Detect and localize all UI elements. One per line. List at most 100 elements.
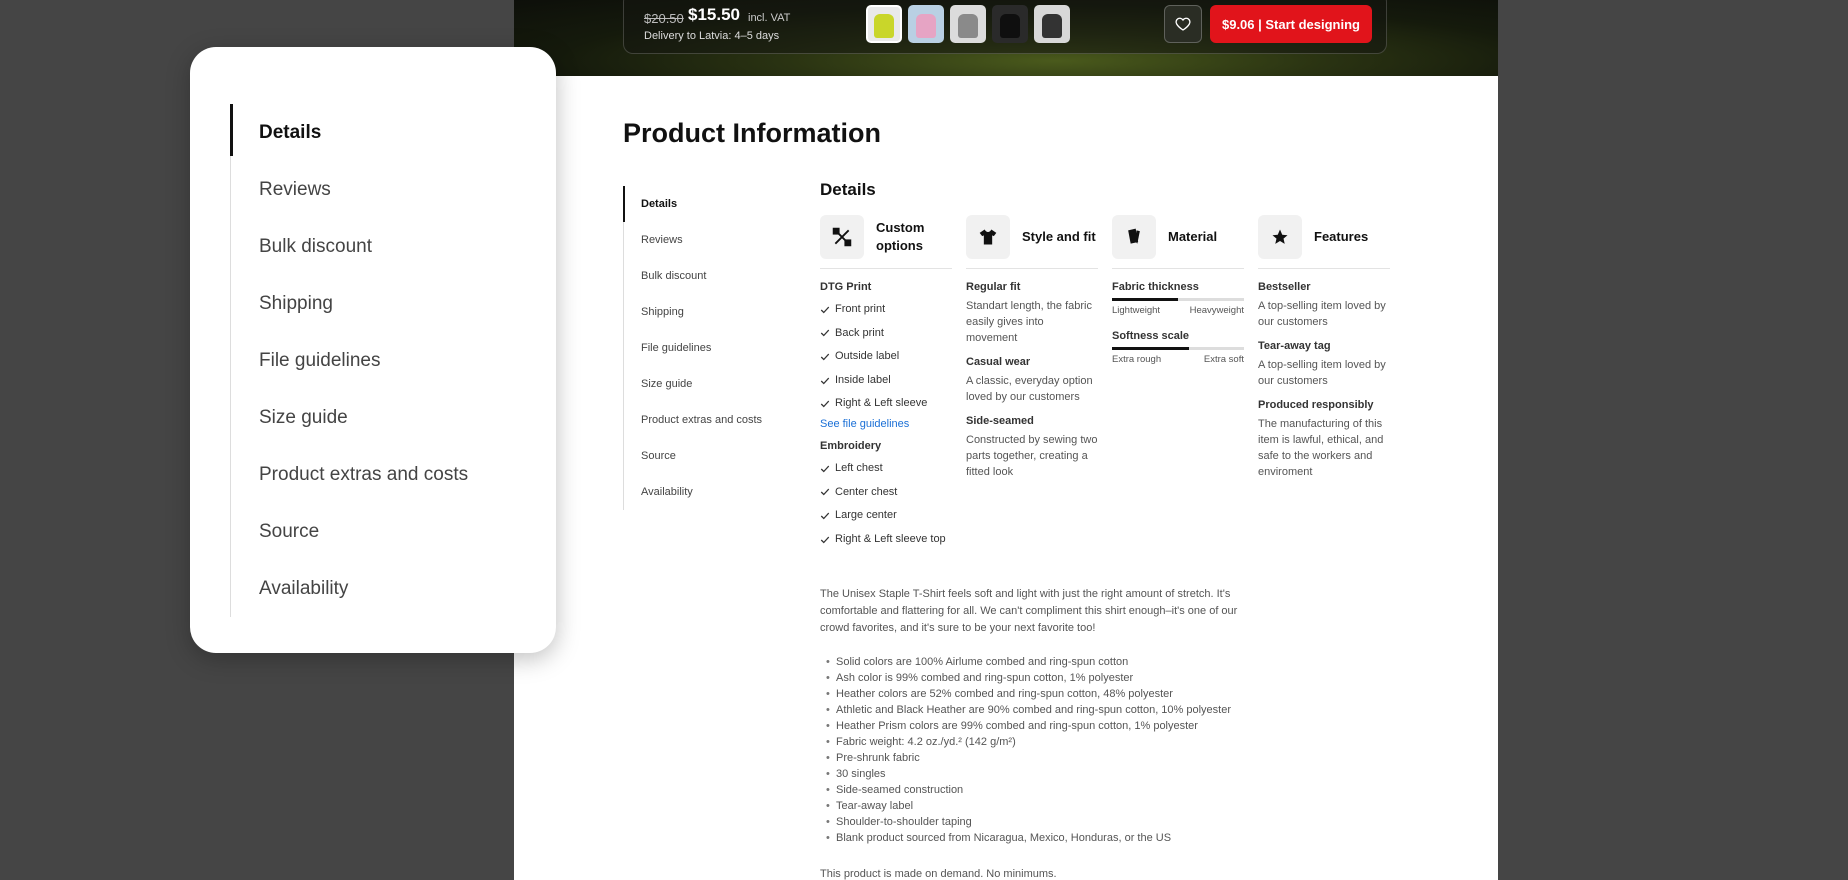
thumb-garment-shape bbox=[916, 13, 936, 38]
item-text: A top-selling item loved by our customer… bbox=[1258, 300, 1386, 328]
zoom-nav-item-availability[interactable]: Availability bbox=[231, 560, 531, 617]
custom-options-title: Custom options bbox=[876, 220, 925, 253]
check-icon bbox=[820, 536, 830, 543]
zoom-nav-item-size-guide[interactable]: Size guide bbox=[231, 389, 531, 446]
page-title: Product Information bbox=[623, 118, 881, 148]
option-label: Front print bbox=[835, 303, 886, 315]
softness-scale bbox=[1112, 347, 1244, 350]
thumb-grey-hoodie[interactable] bbox=[950, 5, 986, 43]
file-guidelines-link[interactable]: See file guidelines bbox=[820, 418, 952, 430]
zoom-nav-item-source[interactable]: Source bbox=[231, 503, 531, 560]
spec-item: Shoulder-to-shoulder taping bbox=[820, 814, 1231, 830]
option-label: Outside label bbox=[835, 350, 900, 363]
spec-item: Pre-shrunk fabric bbox=[820, 750, 1231, 766]
option-inside-label: Inside label bbox=[820, 369, 952, 393]
option-back-print: Back print bbox=[820, 322, 952, 346]
nav-item-shipping[interactable]: Shipping bbox=[624, 294, 784, 330]
check-icon bbox=[820, 353, 830, 361]
thumb-garment-shape bbox=[1000, 13, 1020, 38]
favorite-button[interactable] bbox=[1164, 5, 1202, 43]
spec-item: Athletic and Black Heather are 90% combe… bbox=[820, 702, 1231, 718]
nav-item-source[interactable]: Source bbox=[624, 438, 784, 474]
thumb-black-hoodie[interactable] bbox=[992, 5, 1028, 43]
details-heading: Details bbox=[820, 180, 876, 199]
thumb-pink-hoodie[interactable] bbox=[908, 5, 944, 43]
nav-item-bulk-discount[interactable]: Bulk discount bbox=[624, 258, 784, 294]
tshirt-icon bbox=[966, 215, 1010, 259]
zoom-nav-item-file-guidelines[interactable]: File guidelines bbox=[231, 332, 531, 389]
zoom-nav-item-shipping[interactable]: Shipping bbox=[231, 275, 531, 332]
option-label: Back print bbox=[835, 326, 884, 339]
product-page: $20.50 $15.50 incl. VAT Delivery to Latv… bbox=[514, 0, 1498, 880]
item-title-casual-wear: Casual wear bbox=[966, 356, 1031, 368]
fabric-thickness-scale bbox=[1112, 298, 1244, 301]
custom-options-column: Custom options DTG Print Front print Back… bbox=[820, 214, 952, 551]
softness-max-label: Extra soft bbox=[1203, 354, 1244, 365]
zoom-nav-item-reviews[interactable]: Reviews bbox=[231, 161, 531, 218]
option-label: Center chest bbox=[835, 485, 898, 498]
thickness-max-label: Heavyweight bbox=[1189, 305, 1244, 316]
spec-item: 30 singles bbox=[820, 766, 1231, 782]
fabric-icon bbox=[1112, 215, 1156, 259]
check-icon bbox=[820, 330, 830, 337]
item-text: A top-selling item loved by our customer… bbox=[1258, 359, 1386, 387]
nav-item-product-extras-and-costs[interactable]: Product extras and costs bbox=[624, 402, 784, 438]
spec-item: Blank product sourced from Nicaragua, Me… bbox=[820, 830, 1231, 846]
item-text: Constructed by sewing two parts together… bbox=[966, 434, 1098, 478]
nav-item-size-guide[interactable]: Size guide bbox=[624, 366, 784, 402]
thumb-garment-shape bbox=[958, 13, 978, 38]
style-fit-title: Style and fit bbox=[1022, 229, 1096, 244]
embroidery-options-list: Left chest Center chest Large center Right … bbox=[820, 457, 952, 551]
item-text: Standart length, the fabric easily gives… bbox=[966, 300, 1092, 344]
spec-item: Ash color is 99% combed and ring-spun co… bbox=[820, 670, 1231, 686]
tools-icon bbox=[820, 215, 864, 259]
old-price: $20.50 bbox=[644, 11, 684, 26]
softness-title: Softness scale bbox=[1112, 330, 1190, 342]
option-label: Inside label bbox=[835, 373, 891, 386]
check-icon bbox=[820, 377, 830, 384]
item-title-produced-responsibly: Produced responsibly bbox=[1258, 399, 1374, 411]
softness-min-label: Extra rough bbox=[1112, 354, 1162, 365]
check-icon bbox=[820, 512, 830, 520]
check-icon bbox=[820, 465, 830, 473]
spec-item: Tear-away label bbox=[820, 798, 1231, 814]
zoom-nav-item-details[interactable]: Details bbox=[230, 104, 531, 161]
section-nav: Details Reviews Bulk discount Shipping File … bbox=[623, 186, 784, 510]
current-price: $15.50 bbox=[688, 5, 740, 24]
check-icon bbox=[820, 306, 830, 314]
material-column: Material Fabric thickness Lightweight He… bbox=[1112, 214, 1244, 365]
features-column: Features Bestseller A top-selling item lo… bbox=[1258, 214, 1390, 480]
thumb-garment-shape bbox=[1042, 13, 1062, 38]
option-label: Right & Left sleeve bbox=[835, 397, 928, 410]
zoom-nav-item-bulk-discount[interactable]: Bulk discount bbox=[231, 218, 531, 275]
zoomed-nav-card: Details Reviews Bulk discount Shipping File … bbox=[190, 47, 556, 653]
thumb-yellow-hoodie[interactable] bbox=[866, 5, 902, 43]
option-right-left-sleeve: Right & Left sleeve bbox=[820, 392, 952, 416]
nav-item-file-guidelines[interactable]: File guidelines bbox=[624, 330, 784, 366]
thumb-black-outfit[interactable] bbox=[1034, 5, 1070, 43]
item-text: The manufacturing of this item is lawful… bbox=[1258, 418, 1384, 478]
item-title-regular-fit: Regular fit bbox=[966, 281, 1021, 293]
heart-icon bbox=[1175, 17, 1191, 31]
embroidery-title: Embroidery bbox=[820, 439, 882, 452]
features-list: Bestseller A top-selling item loved by ou… bbox=[1258, 281, 1390, 480]
option-front-print: Front print bbox=[820, 298, 952, 322]
check-icon bbox=[820, 400, 830, 408]
zoom-nav-item-product-extras-and-costs[interactable]: Product extras and costs bbox=[231, 446, 531, 503]
option-label: Large center bbox=[835, 509, 897, 522]
spec-item: Fabric weight: 4.2 oz./yd.² (142 g/m²) bbox=[820, 734, 1231, 750]
spec-item: Heather colors are 52% combed and ring-s… bbox=[820, 686, 1231, 702]
nav-item-reviews[interactable]: Reviews bbox=[624, 222, 784, 258]
option-right-left-sleeve-top: Right & Left sleeve top bbox=[820, 528, 952, 552]
nav-item-availability[interactable]: Availability bbox=[624, 474, 784, 510]
item-title-side-seamed: Side-seamed bbox=[966, 415, 1034, 427]
color-thumbnails bbox=[866, 5, 1070, 43]
made-on-demand-note: This product is made on demand. No minim… bbox=[820, 868, 1057, 880]
start-designing-button[interactable]: $9.06 | Start designing bbox=[1210, 5, 1372, 43]
nav-item-details[interactable]: Details bbox=[623, 186, 784, 222]
option-large-center: Large center bbox=[820, 504, 952, 528]
option-label: Right & Left sleeve top bbox=[835, 532, 946, 545]
option-label: Left chest bbox=[835, 461, 883, 474]
vat-note: incl. VAT bbox=[748, 12, 791, 24]
option-center-chest: Center chest bbox=[820, 481, 952, 505]
